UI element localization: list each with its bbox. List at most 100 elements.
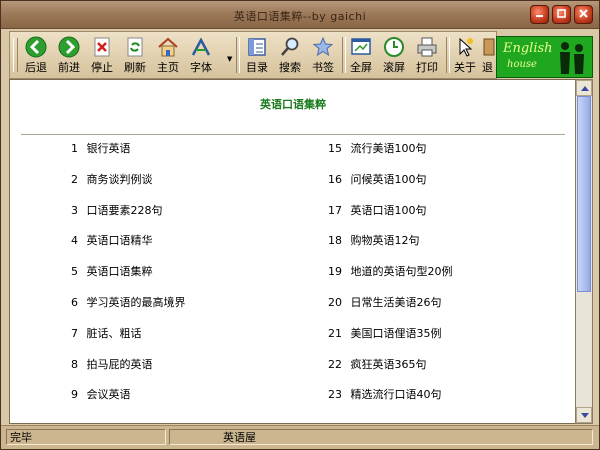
stop-button[interactable]: 停止 <box>86 34 118 76</box>
bookmark-label: 书签 <box>312 61 334 74</box>
topic-link[interactable]: 4 英语口语精华 <box>71 234 186 265</box>
contents-button[interactable]: 目录 <box>241 34 273 76</box>
people-silhouette-icon <box>560 42 584 74</box>
topic-number: 2 <box>71 172 78 186</box>
scroll-button[interactable]: 滚屏 <box>378 34 410 76</box>
topic-number: 4 <box>71 234 78 248</box>
topic-label[interactable]: 美国口语俚语35例 <box>351 327 442 340</box>
title-bar[interactable]: 英语口语集粹--by gaichi <box>1 1 599 29</box>
home-label: 主页 <box>157 61 179 74</box>
font-button[interactable]: 字体 <box>185 34 217 76</box>
font-dropdown-arrow-icon[interactable]: ▼ <box>227 55 232 63</box>
back-button[interactable]: 后退 <box>20 34 52 76</box>
topic-link[interactable]: 9 会议英语 <box>71 388 186 419</box>
topic-number: 17 <box>328 203 342 217</box>
topic-number: 19 <box>328 265 342 279</box>
topic-link[interactable]: 18 购物英语12句 <box>328 234 453 265</box>
toolbar-grip[interactable] <box>13 38 18 72</box>
topic-label[interactable]: 问候英语100句 <box>351 173 427 186</box>
search-icon <box>281 37 299 56</box>
topic-link[interactable]: 19 地道的英语句型20例 <box>328 265 453 296</box>
topic-label[interactable]: 拍马屁的英语 <box>87 358 153 371</box>
home-icon <box>158 37 178 57</box>
topic-link[interactable]: 16 问候英语100句 <box>328 173 453 204</box>
topic-label[interactable]: 银行英语 <box>87 142 131 155</box>
logo-subtext: house <box>507 59 537 70</box>
topic-number: 5 <box>71 265 78 279</box>
close-button[interactable] <box>574 5 593 24</box>
font-icon <box>191 37 211 56</box>
topic-link[interactable]: 17 英语口语100句 <box>328 204 453 235</box>
app-window: 英语口语集粹--by gaichi 后退 前进 停止 刷新 主页 字体 ▼ 目录… <box>0 0 600 450</box>
topic-label[interactable]: 精选流行口语40句 <box>351 388 442 401</box>
exit-button[interactable]: 退 <box>482 34 496 76</box>
print-button[interactable]: 打印 <box>411 34 443 76</box>
forward-arrow-icon <box>58 36 80 58</box>
forward-label: 前进 <box>58 61 80 74</box>
topic-label[interactable]: 流行美语100句 <box>351 142 427 155</box>
topic-label[interactable]: 商务谈判例谈 <box>87 173 153 186</box>
refresh-label: 刷新 <box>124 61 146 74</box>
status-section: 英语屋 <box>169 429 593 445</box>
topic-number: 23 <box>328 388 342 402</box>
topic-label[interactable]: 口语要素228句 <box>87 204 163 217</box>
stop-label: 停止 <box>91 61 113 74</box>
topic-label[interactable]: 英语口语精华 <box>87 234 153 247</box>
contents-label: 目录 <box>246 61 268 74</box>
contents-icon <box>248 38 266 56</box>
topic-label[interactable]: 会议英语 <box>87 388 131 401</box>
topic-link[interactable]: 6 学习英语的最高境界 <box>71 296 186 327</box>
topic-link[interactable]: 3 口语要素228句 <box>71 204 186 235</box>
home-button[interactable]: 主页 <box>152 34 184 76</box>
search-button[interactable]: 搜索 <box>274 34 306 76</box>
topic-label[interactable]: 日常生活美语26句 <box>351 296 442 309</box>
topic-link[interactable]: 2 商务谈判例谈 <box>71 173 186 204</box>
forward-button[interactable]: 前进 <box>53 34 85 76</box>
topic-number: 9 <box>71 388 78 402</box>
right-topic-list: 15 流行美语100句 16 问候英语100句 17 英语口语100句 18 购… <box>328 142 453 419</box>
print-label: 打印 <box>416 61 438 74</box>
back-arrow-icon <box>25 36 47 58</box>
arrow-up-icon <box>581 86 589 91</box>
topic-label[interactable]: 脏话、粗话 <box>87 327 142 340</box>
vertical-scrollbar[interactable] <box>575 79 593 424</box>
topic-link[interactable]: 1 银行英语 <box>71 142 186 173</box>
scroll-thumb[interactable] <box>577 96 591 292</box>
topic-link[interactable]: 22 疯狂英语365句 <box>328 358 453 389</box>
about-label: 关于 <box>454 61 476 74</box>
topic-label[interactable]: 疯狂英语365句 <box>351 358 427 371</box>
scroll-down-button[interactable] <box>576 407 592 423</box>
topic-link[interactable]: 23 精选流行口语40句 <box>328 388 453 419</box>
topic-number: 8 <box>71 357 78 371</box>
topic-link[interactable]: 8 拍马屁的英语 <box>71 358 186 389</box>
topic-link[interactable]: 15 流行美语100句 <box>328 142 453 173</box>
topic-label[interactable]: 学习英语的最高境界 <box>87 296 186 309</box>
fullscreen-label: 全屏 <box>350 61 372 74</box>
topic-link[interactable]: 21 美国口语俚语35例 <box>328 327 453 358</box>
minimize-button[interactable] <box>530 5 549 24</box>
refresh-icon <box>127 37 143 57</box>
topic-label[interactable]: 购物英语12句 <box>351 234 420 247</box>
topic-label[interactable]: 英语口语集粹 <box>87 265 153 278</box>
topic-number: 18 <box>328 234 342 248</box>
about-button[interactable]: 关于 <box>449 34 481 76</box>
topic-label[interactable]: 英语口语100句 <box>351 204 427 217</box>
scroll-up-button[interactable] <box>576 80 592 96</box>
page-title: 英语口语集粹 <box>260 98 326 111</box>
minimize-icon <box>536 15 543 17</box>
topic-number: 22 <box>328 357 342 371</box>
arrow-down-icon <box>581 413 589 418</box>
topic-link[interactable]: 5 英语口语集粹 <box>71 265 186 296</box>
status-bar: 完毕 英语屋 <box>1 425 599 449</box>
bookmark-button[interactable]: 书签 <box>307 34 339 76</box>
topic-label[interactable]: 地道的英语句型20例 <box>351 265 453 278</box>
content-pane[interactable]: 英语口语集粹 1 银行英语 2 商务谈判例谈 3 口语要素228句 4 英语口语… <box>9 79 577 424</box>
topic-link[interactable]: 7 脏话、粗话 <box>71 327 186 358</box>
topic-link[interactable]: 20 日常生活美语26句 <box>328 296 453 327</box>
refresh-button[interactable]: 刷新 <box>119 34 151 76</box>
exit-icon <box>483 38 495 56</box>
close-icon <box>579 9 588 18</box>
topic-number: 7 <box>71 326 78 340</box>
restore-button[interactable] <box>552 5 571 24</box>
fullscreen-button[interactable]: 全屏 <box>345 34 377 76</box>
